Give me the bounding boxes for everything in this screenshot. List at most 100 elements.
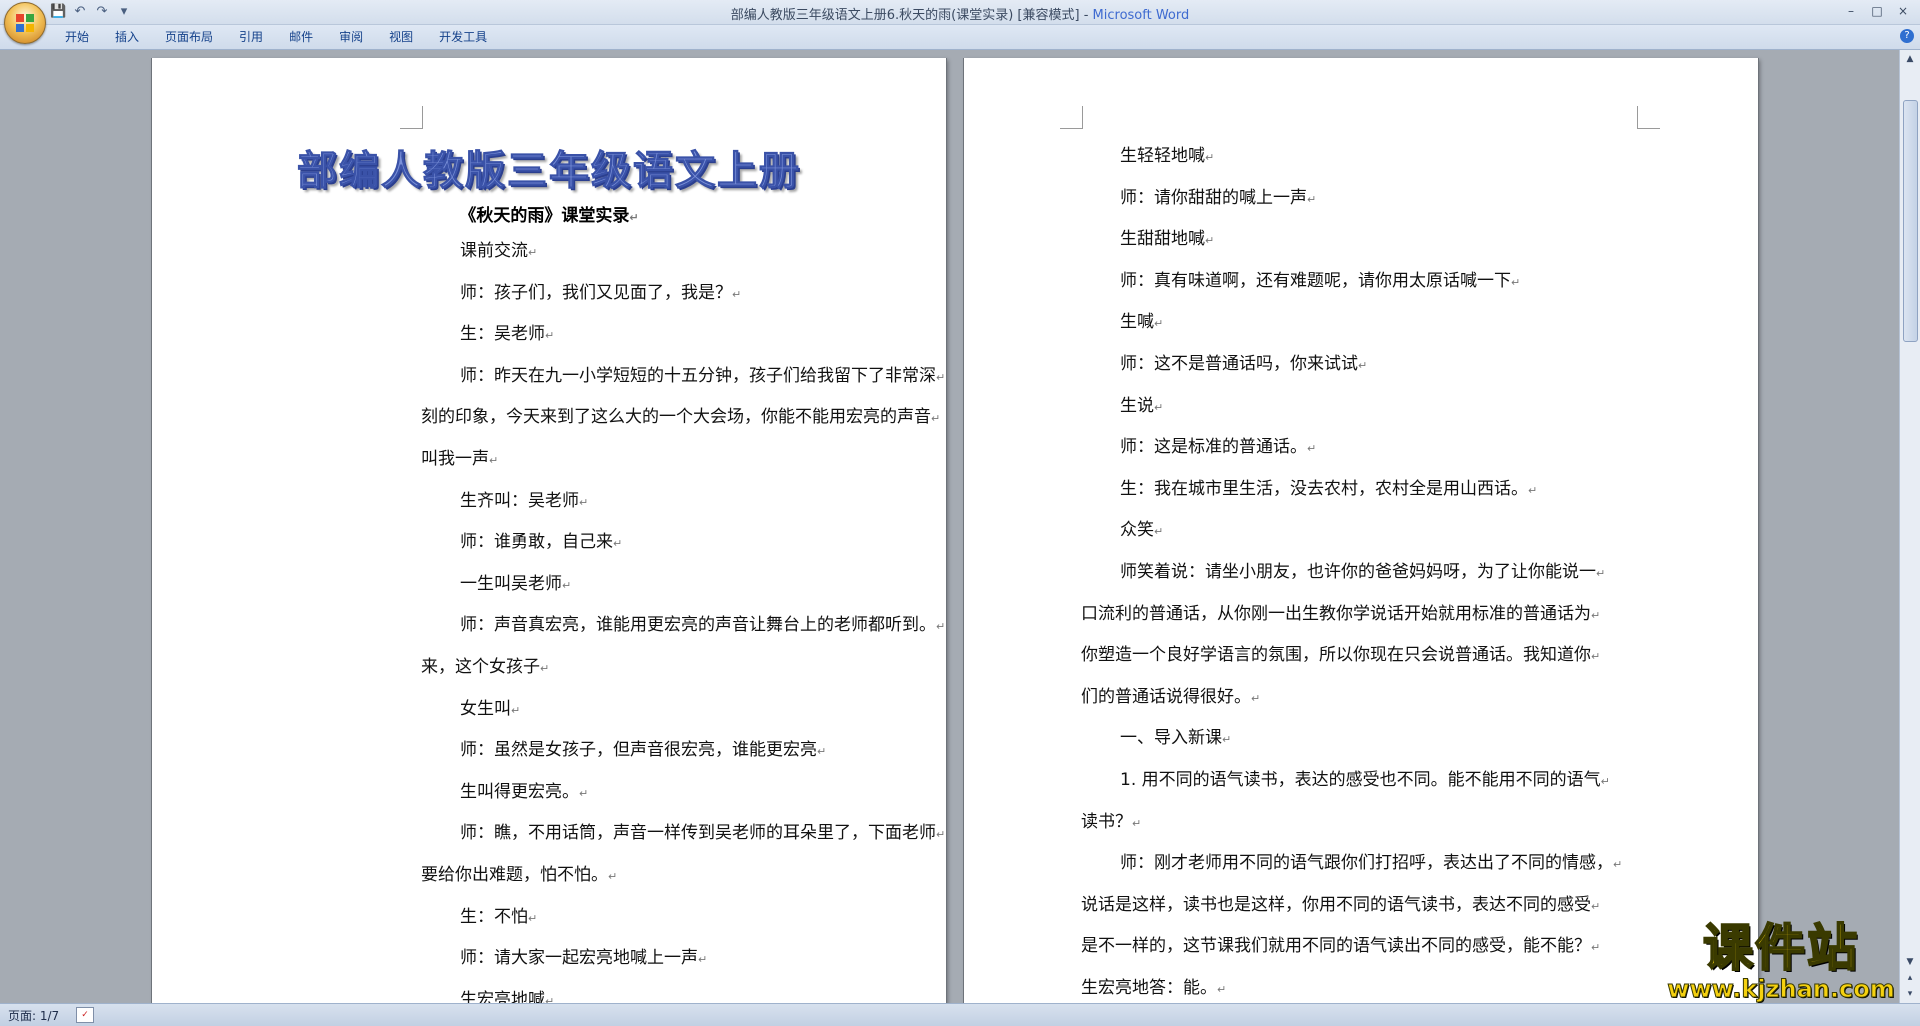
watermark-text: 课件站 bbox=[1702, 919, 1859, 977]
office-button[interactable] bbox=[4, 2, 46, 44]
text-line: 师：这是标准的普通话。↵ bbox=[1120, 437, 1317, 458]
text-line: 生：我在城市里生活，没去农村，农村全是用山西话。↵ bbox=[1120, 478, 1538, 499]
scroll-up-icon[interactable]: ▲ bbox=[1903, 52, 1917, 66]
text-line-content: 师：声音真宏亮，谁能用更宏亮的声音让舞台上的老师都听到。 bbox=[460, 615, 936, 636]
text-line-content: 一、导入新课 bbox=[1120, 728, 1222, 749]
page-right[interactable]: 生轻轻地喊↵ 师：请你甜甜的喊上一声↵ 生甜甜地喊↵ 师：真有味道啊，还有难题呢，请你… bbox=[964, 58, 1758, 1003]
tab-view[interactable]: 视图 bbox=[376, 29, 426, 45]
scroll-thumb[interactable] bbox=[1903, 100, 1918, 342]
close-button[interactable]: × bbox=[1892, 2, 1914, 20]
text-line-content: 女生叫 bbox=[460, 698, 511, 719]
text-line-content: 师：请大家一起宏亮地喊上一声 bbox=[460, 948, 698, 969]
tab-page-layout[interactable]: 页面布局 bbox=[152, 29, 226, 45]
text-line-content: 生说 bbox=[1120, 395, 1154, 416]
previous-page-icon[interactable]: ▴ bbox=[1903, 971, 1917, 985]
text-line-content: 生：不怕 bbox=[460, 906, 528, 927]
text-line-content: 生齐叫：吴老师 bbox=[460, 490, 579, 511]
next-page-icon[interactable]: ▾ bbox=[1903, 987, 1917, 1001]
text-line: 说话是这样，读书也是这样，你用不同的语气读书，表达不同的感受↵ bbox=[1081, 894, 1601, 915]
tab-review[interactable]: 审阅 bbox=[326, 29, 376, 45]
text-line-content: 师笑着说：请坐小朋友，也许你的爸爸妈妈呀，为了让你能说一 bbox=[1120, 562, 1596, 582]
text-line: 师：真有味道啊，还有难题呢，请你用太原话喊一下↵ bbox=[1120, 270, 1521, 291]
text-line-content: 说话是这样，读书也是这样，你用不同的语气读书，表达不同的感受 bbox=[1081, 894, 1591, 915]
text-line-content: 生喊 bbox=[1120, 312, 1154, 333]
text-line-content: 师：虽然是女孩子，但声音很宏亮，谁能更宏亮 bbox=[460, 740, 817, 761]
ribbon-tabs: 开始 插入 页面布局 引用 邮件 审阅 视图 开发工具 bbox=[52, 29, 500, 45]
text-line-content: 1. 用不同的语气读书，表达的感受也不同。能不能用不同的语气 bbox=[1120, 770, 1601, 790]
tab-developer[interactable]: 开发工具 bbox=[426, 29, 500, 45]
text-line: 众笑↵ bbox=[1120, 520, 1164, 541]
text-line: 师笑着说：请坐小朋友，也许你的爸爸妈妈呀，为了让你能说一↵ bbox=[1120, 562, 1606, 582]
text-line: 师：虽然是女孩子，但声音很宏亮，谁能更宏亮↵ bbox=[460, 740, 827, 761]
text-line-content: 师：孩子们，我们又见面了，我是？ bbox=[460, 282, 732, 303]
text-line: 是不一样的，这节课我们就用不同的语气读出不同的感受，能不能？↵ bbox=[1081, 936, 1601, 957]
text-line: 生宏亮地答：能。↵ bbox=[1081, 978, 1227, 998]
tab-mailings[interactable]: 邮件 bbox=[276, 29, 326, 45]
text-line: 师：这不是普通话吗，你来试试↵ bbox=[1120, 354, 1368, 374]
window-controls: – □ × bbox=[1840, 2, 1914, 20]
text-line-content: 师：昨天在九一小学短短的十五分钟，孩子们给我留下了非常深 bbox=[460, 365, 936, 386]
page-left[interactable]: 部编人教版三年级语文上册 《秋天的雨》课堂实录↵ 课前交流↵ 师：孩子们，我们又见… bbox=[152, 58, 1000, 1003]
text-line-content: 生宏亮地答：能。 bbox=[1081, 978, 1217, 998]
scroll-down-icon[interactable]: ▼ bbox=[1903, 955, 1917, 969]
text-line: 来，这个女孩子↵ bbox=[421, 657, 550, 677]
text-line-content: 众笑 bbox=[1120, 520, 1154, 541]
watermark-logo: 课件站 www.kjzhan.com bbox=[1664, 919, 1898, 1005]
text-line-content: 师：瞧，不用话筒，声音一样传到吴老师的耳朵里了，下面老师 bbox=[460, 823, 936, 844]
crop-mark bbox=[400, 106, 423, 129]
tab-home[interactable]: 开始 bbox=[52, 29, 102, 45]
office-logo-icon bbox=[16, 14, 34, 32]
text-line-content: 一生叫吴老师 bbox=[460, 573, 562, 594]
text-line: 生喊↵ bbox=[1120, 312, 1164, 333]
text-line: 刻的印象，今天来到了这么大的一个大会场，你能不能用宏亮的声音↵ bbox=[421, 407, 941, 428]
text-line: 师：昨天在九一小学短短的十五分钟，孩子们给我留下了非常深↵ bbox=[460, 365, 946, 386]
text-line-content: 师：谁勇敢，自己来 bbox=[460, 532, 613, 553]
text-line-content: 师：真有味道啊，还有难题呢，请你用太原话喊一下 bbox=[1120, 270, 1511, 291]
document-area: 部编人教版三年级语文上册 《秋天的雨》课堂实录↵ 课前交流↵ 师：孩子们，我们又见… bbox=[0, 50, 1900, 1003]
vertical-scrollbar[interactable]: ▲ ▼ ▴ ▾ bbox=[1899, 50, 1920, 1003]
tab-insert[interactable]: 插入 bbox=[102, 29, 152, 45]
maximize-button[interactable]: □ bbox=[1866, 2, 1888, 20]
text-line-content: 生：我在城市里生活，没去农村，农村全是用山西话。 bbox=[1120, 478, 1528, 499]
text-line: 1. 用不同的语气读书，表达的感受也不同。能不能用不同的语气↵ bbox=[1120, 770, 1610, 790]
text-line-content: 生：吴老师 bbox=[460, 324, 545, 345]
document-title: 部编人教版三年级语文上册6.秋天的雨(课堂实录) [兼容模式] - bbox=[730, 8, 1093, 23]
help-icon[interactable]: ? bbox=[1900, 29, 1914, 43]
text-line: 生说↵ bbox=[1120, 395, 1164, 416]
text-line-content: 刻的印象，今天来到了这么大的一个大会场，你能不能用宏亮的声音 bbox=[421, 407, 931, 428]
tab-references[interactable]: 引用 bbox=[226, 29, 276, 45]
text-line-content: 们的普通话说得很好。 bbox=[1081, 686, 1251, 707]
text-line: 要给你出难题，怕不怕。↵ bbox=[421, 865, 618, 885]
text-line: 一生叫吴老师↵ bbox=[460, 573, 572, 594]
text-line: 师：谁勇敢，自己来↵ bbox=[460, 532, 623, 553]
minimize-button[interactable]: – bbox=[1840, 2, 1862, 20]
text-line: 师：刚才老师用不同的语气跟你们打招呼，表达出了不同的情感，↵ bbox=[1120, 853, 1623, 874]
text-line: 口流利的普通话，从你刚一出生教你学说话开始就用标准的普通话为↵ bbox=[1081, 603, 1601, 624]
text-line: 生轻轻地喊↵ bbox=[1120, 146, 1215, 166]
text-line: 师：声音真宏亮，谁能用更宏亮的声音让舞台上的老师都听到。↵ bbox=[460, 615, 946, 636]
text-line: 师：瞧，不用话筒，声音一样传到吴老师的耳朵里了，下面老师↵ bbox=[460, 823, 946, 844]
text-line: 女生叫↵ bbox=[460, 698, 521, 719]
text-line: 生叫得更宏亮。↵ bbox=[460, 781, 589, 802]
text-line-content: 生叫得更宏亮。 bbox=[460, 781, 579, 802]
text-line-content: 来，这个女孩子 bbox=[421, 657, 540, 677]
proofing-icon[interactable]: ✓ bbox=[76, 1007, 94, 1023]
text-line: 叫我一声↵ bbox=[421, 449, 499, 469]
text-line-content: 叫我一声 bbox=[421, 449, 489, 469]
status-bar: 页面: 1/7 ✓ bbox=[0, 1003, 1920, 1026]
text-line: 师：请大家一起宏亮地喊上一声↵ bbox=[460, 948, 708, 969]
text-line: 生甜甜地喊↵ bbox=[1120, 229, 1215, 250]
text-line-content: 生轻轻地喊 bbox=[1120, 146, 1205, 166]
text-line-content: 是不一样的，这节课我们就用不同的语气读出不同的感受，能不能？ bbox=[1081, 936, 1591, 957]
watermark-url: www.kjzhan.com bbox=[1667, 975, 1895, 1003]
window-title: 部编人教版三年级语文上册6.秋天的雨(课堂实录) [兼容模式] - Micros… bbox=[0, 4, 1920, 23]
text-line-content: 要给你出难题，怕不怕。 bbox=[421, 865, 608, 885]
text-line: 师：孩子们，我们又见面了，我是？↵ bbox=[460, 282, 742, 303]
text-line: 课前交流↵ bbox=[460, 241, 538, 261]
subtitle-text: 《秋天的雨》课堂实录 bbox=[459, 206, 630, 226]
text-line: 生：不怕↵ bbox=[460, 906, 538, 927]
page-number-indicator[interactable]: 页面: 1/7 bbox=[8, 1007, 59, 1024]
crop-mark bbox=[1060, 106, 1083, 129]
text-line-content: 生宏亮地喊 bbox=[460, 989, 545, 1003]
crop-mark bbox=[1637, 106, 1660, 129]
